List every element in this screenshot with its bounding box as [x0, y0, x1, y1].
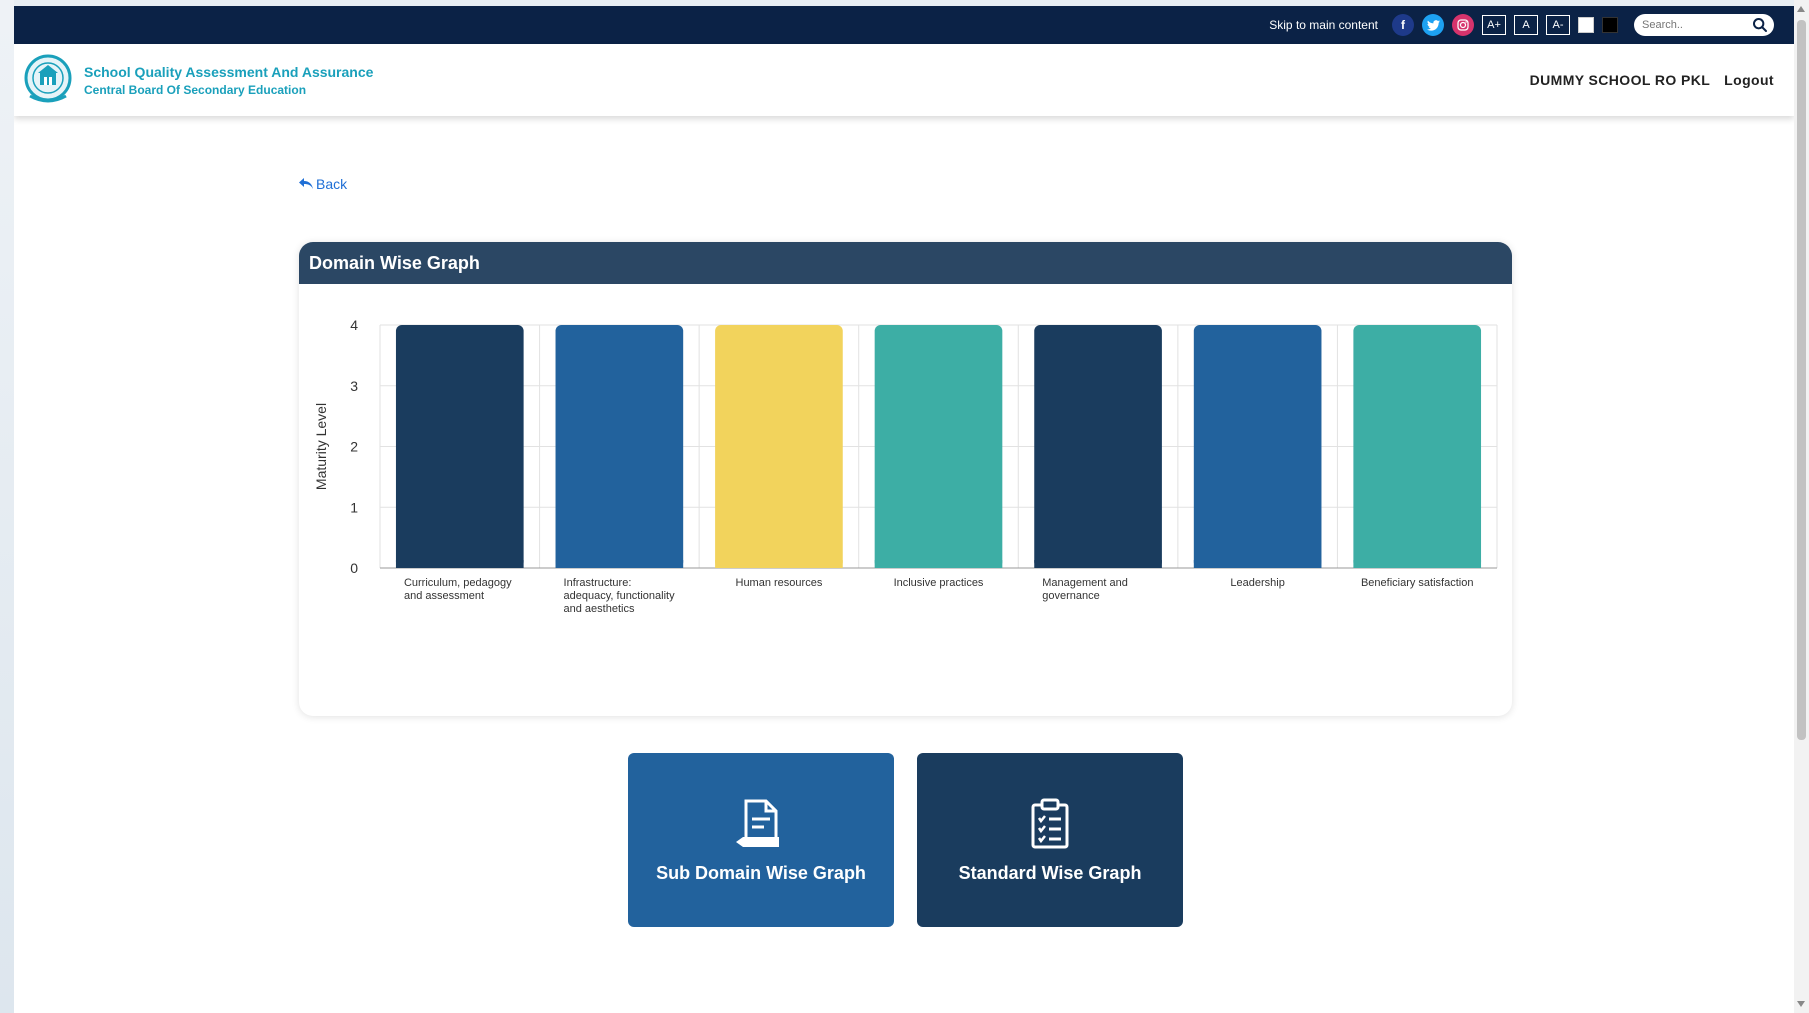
- scroll-thumb[interactable]: [1797, 20, 1806, 740]
- domain-bar-chart: 0 1 2 3 4 Curriculum, pedagogy and assessment I…: [313, 317, 1498, 615]
- browser-left-edge: [0, 0, 14, 1013]
- x-tick-label: Leadership: [1230, 577, 1284, 589]
- font-normal-button[interactable]: A: [1514, 15, 1538, 35]
- scroll-up-arrow-icon[interactable]: [1797, 6, 1805, 12]
- bar: [555, 325, 684, 568]
- user-name[interactable]: DUMMY SCHOOL RO PKL: [1530, 72, 1711, 88]
- x-tick-label-line: Beneficiary satisfaction: [1361, 577, 1474, 589]
- font-decrease-button[interactable]: A-: [1546, 15, 1570, 35]
- page: Skip to main content f A+ A A- Search.. …: [14, 6, 1794, 1013]
- back-label: Back: [316, 176, 348, 192]
- sub-domain-graph-label: Sub Domain Wise Graph: [656, 862, 866, 883]
- bar-base: [1034, 560, 1162, 568]
- white-theme-button[interactable]: [1578, 17, 1594, 33]
- bar-base: [715, 560, 843, 568]
- bar: [1034, 325, 1162, 568]
- bar-base: [395, 560, 524, 568]
- brand[interactable]: School Quality Assessment And Assurance …: [24, 52, 373, 108]
- x-tick-label-line: and assessment: [404, 590, 484, 602]
- twitter-icon[interactable]: [1422, 14, 1444, 36]
- x-tick-label-line: Inclusive practices: [894, 577, 984, 589]
- top-bar: Skip to main content f A+ A A-: [14, 6, 1794, 44]
- twitter-bird-icon: [1426, 19, 1440, 31]
- y-tick-label: 4: [350, 317, 358, 333]
- site-title: School Quality Assessment And Assurance: [84, 63, 374, 80]
- x-tick-label: Curriculum, pedagogy and assessment: [404, 577, 512, 602]
- back-arrow-icon: [299, 178, 313, 189]
- sub-domain-graph-button[interactable]: Sub Domain Wise Graph: [628, 753, 894, 927]
- x-tick-label: Management and governance: [1042, 577, 1128, 602]
- header-right: DUMMY SCHOOL RO PKL Logout: [1530, 72, 1774, 88]
- x-tick-label: Beneficiary satisfaction: [1361, 577, 1474, 589]
- x-tick-label-line: Curriculum, pedagogy: [404, 577, 512, 589]
- instagram-glyph-icon: [1457, 19, 1469, 31]
- scroll-down-arrow-icon[interactable]: [1797, 1001, 1805, 1007]
- x-tick-label-line: and aesthetics: [564, 603, 635, 615]
- bar-base: [1353, 560, 1482, 568]
- document-edit-icon: [736, 799, 779, 847]
- y-tick-label: 0: [350, 560, 358, 576]
- facebook-icon[interactable]: f: [1392, 14, 1414, 36]
- bar: [1193, 325, 1322, 568]
- site-subtitle: Central Board Of Secondary Education: [84, 82, 307, 97]
- site-header: School Quality Assessment And Assurance …: [14, 44, 1794, 116]
- domain-graph-card: Domain Wise Graph 0 1 2 3 4 Curriculum, pedag…: [299, 242, 1512, 716]
- cbse-logo-icon: [24, 54, 72, 103]
- instagram-icon[interactable]: [1452, 14, 1474, 36]
- y-axis-label: Maturity Level: [313, 403, 329, 490]
- x-tick-label: Infrastructure: adequacy, functionality an…: [564, 577, 676, 615]
- y-tick-label: 3: [350, 378, 358, 394]
- x-tick-label-line: governance: [1042, 590, 1100, 602]
- scrollbar[interactable]: [1794, 0, 1809, 1013]
- bar-base: [555, 560, 684, 568]
- skip-to-main-link[interactable]: Skip to main content: [1269, 18, 1378, 32]
- bar: [715, 325, 843, 568]
- card-title: Domain Wise Graph: [299, 242, 1512, 284]
- back-link[interactable]: Back: [298, 176, 347, 192]
- bar-base: [874, 560, 1003, 568]
- clipboard-checklist-icon: [1031, 798, 1069, 848]
- logout-link[interactable]: Logout: [1724, 72, 1774, 88]
- bar-base: [1193, 560, 1322, 568]
- x-tick-label-line: adequacy, functionality: [564, 590, 676, 602]
- search-box: [1634, 14, 1774, 36]
- x-tick-label: Human resources: [736, 577, 823, 589]
- font-increase-button[interactable]: A+: [1482, 15, 1506, 35]
- y-tick-label: 2: [350, 439, 358, 455]
- bar: [1353, 325, 1482, 568]
- search-icon[interactable]: [1752, 17, 1768, 33]
- x-tick-label: Inclusive practices: [894, 577, 984, 589]
- x-tick-label-line: Human resources: [736, 577, 823, 589]
- standard-graph-label: Standard Wise Graph: [958, 862, 1142, 883]
- x-tick-label-line: Infrastructure:: [564, 577, 632, 589]
- x-tick-label-line: Management and: [1042, 577, 1128, 589]
- black-theme-button[interactable]: [1602, 17, 1618, 33]
- bar: [874, 325, 1003, 568]
- x-tick-label-line: Leadership: [1230, 577, 1284, 589]
- bar: [395, 325, 524, 568]
- standard-graph-button[interactable]: Standard Wise Graph: [917, 753, 1183, 927]
- y-tick-label: 1: [350, 499, 358, 515]
- brand-text: School Quality Assessment And Assurance …: [84, 64, 373, 97]
